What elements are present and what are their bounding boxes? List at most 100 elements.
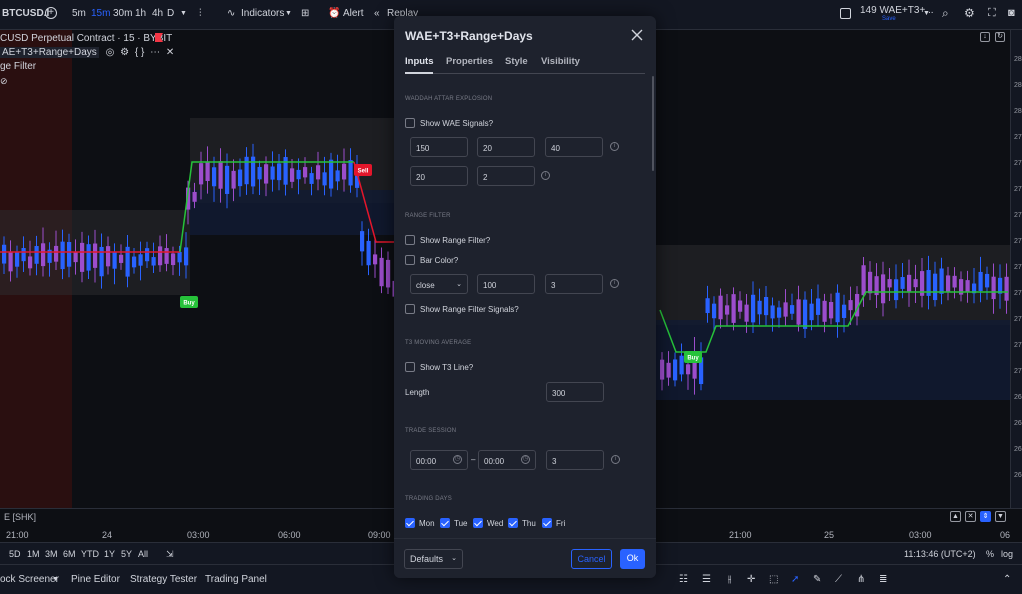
tab-strategy-tester[interactable]: Strategy Tester — [130, 574, 197, 585]
tab-visibility[interactable]: Visibility — [541, 56, 580, 67]
eye-icon[interactable]: ◎ — [106, 47, 115, 58]
legend-hidden-icon[interactable]: ⊘ — [0, 74, 174, 88]
t3-length-input[interactable]: 300 — [546, 382, 604, 402]
show-t3-checkbox[interactable] — [405, 362, 415, 372]
timeframe-15m[interactable]: 15m — [91, 8, 110, 19]
pitchfork-icon[interactable]: ⋔ — [857, 574, 865, 585]
percent-scale-toggle[interactable]: % — [986, 549, 994, 559]
tab-inputs[interactable]: Inputs — [405, 56, 434, 67]
chevron-down-icon[interactable]: ▼ — [52, 576, 59, 583]
search-icon[interactable]: ⌕ — [942, 6, 949, 21]
day-thu-checkbox[interactable] — [508, 518, 518, 528]
timeframe-5m[interactable]: 5m — [72, 8, 86, 19]
tab-properties[interactable]: Properties — [446, 56, 493, 67]
show-range-signals-checkbox[interactable] — [405, 304, 415, 314]
brush-icon[interactable]: ✎ — [813, 574, 821, 585]
day-fri-checkbox[interactable] — [542, 518, 552, 528]
close-icon[interactable]: ✕ — [965, 511, 976, 522]
compare-plus-icon[interactable]: + — [45, 7, 57, 19]
range-5d[interactable]: 5D — [9, 549, 21, 559]
timeframe-30m[interactable]: 30m — [113, 8, 132, 19]
session-end-input[interactable]: 00:00 ◷ — [478, 450, 536, 470]
day-tue-checkbox[interactable] — [440, 518, 450, 528]
go-to-date-icon[interactable]: ⇲ — [166, 549, 174, 560]
gear-icon[interactable]: ⚙ — [964, 6, 975, 20]
tab-trading-panel[interactable]: Trading Panel — [205, 574, 267, 585]
trend-line-icon[interactable]: ⟋ — [835, 574, 842, 585]
wae-input-3[interactable]: 40 — [545, 137, 603, 157]
short-position-icon[interactable]: ☰ — [702, 574, 711, 585]
range-multiplier-input[interactable]: 3 — [545, 274, 603, 294]
info-icon[interactable]: i — [610, 142, 619, 151]
cancel-button[interactable]: Cancel — [571, 549, 612, 569]
info-icon[interactable]: i — [610, 279, 619, 288]
defaults-dropdown[interactable]: Defaults ⌄ — [404, 549, 463, 569]
legend-filter-name[interactable]: ge Filter — [0, 60, 174, 74]
scroll-down-icon[interactable]: ▼ — [995, 511, 1006, 522]
remove-icon[interactable]: ✕ — [166, 47, 174, 58]
show-wae-checkbox[interactable] — [405, 118, 415, 128]
alarm-clock-icon[interactable]: ⏰ — [328, 8, 340, 19]
arrow-down-icon[interactable]: ↓ — [980, 32, 990, 42]
fib-icon[interactable]: ≣ — [879, 574, 887, 585]
info-icon[interactable]: i — [611, 455, 620, 464]
tab-pine-editor[interactable]: Pine Editor — [71, 574, 120, 585]
restore-icon[interactable]: ↻ — [995, 32, 1005, 42]
layout-square-icon[interactable] — [840, 8, 851, 19]
alert-button[interactable]: Alert — [343, 8, 364, 19]
range-6m[interactable]: 6M — [63, 549, 76, 559]
replay-icon[interactable]: « — [374, 8, 380, 19]
session-count-input[interactable]: 3 — [546, 450, 604, 470]
chevron-down-icon[interactable]: ▼ — [180, 10, 187, 17]
timeframe-4h[interactable]: 4h — [152, 8, 163, 19]
indicators-icon[interactable]: ∿ — [227, 8, 235, 19]
crosshair-icon[interactable]: ✛ — [747, 574, 755, 585]
range-1y[interactable]: 1Y — [104, 549, 115, 559]
range-all[interactable]: All — [138, 549, 148, 559]
range-period-input[interactable]: 100 — [477, 274, 535, 294]
wae-input-2[interactable]: 20 — [477, 137, 535, 157]
tab-stock-screener[interactable]: ock Screener — [0, 574, 59, 585]
legend-indicator-name[interactable]: AE+T3+Range+Days — [0, 47, 99, 58]
price-axis[interactable]: 28 28 28 27 27 27 27 27 27 27 27 27 27 26 26 26 26 — [1010, 30, 1022, 508]
symbol-search[interactable]: BTCUSD.I — [2, 8, 49, 19]
tab-style[interactable]: Style — [505, 56, 528, 67]
day-wed-checkbox[interactable] — [473, 518, 483, 528]
rectangle-icon[interactable]: ⬚ — [769, 574, 778, 585]
clock-timezone[interactable]: 11:13:46 (UTC+2) — [904, 549, 976, 559]
chevron-down-icon[interactable]: ▼ — [285, 10, 292, 17]
close-icon[interactable] — [630, 28, 644, 42]
range-1m[interactable]: 1M — [27, 549, 40, 559]
wae-input-1[interactable]: 150 — [410, 137, 468, 157]
bar-color-checkbox[interactable] — [405, 255, 415, 265]
scale-icon[interactable]: ⇕ — [980, 511, 991, 522]
candle-type-icon[interactable]: ⫶ — [199, 8, 202, 19]
wae-input-5[interactable]: 2 — [477, 166, 535, 186]
ok-button[interactable]: Ok — [620, 549, 645, 569]
long-position-icon[interactable]: ☷ — [679, 574, 688, 585]
wae-input-4[interactable]: 20 — [410, 166, 468, 186]
range-3m[interactable]: 3M — [45, 549, 58, 559]
indicators-button[interactable]: Indicators — [241, 8, 284, 19]
log-scale-toggle[interactable]: log — [1001, 549, 1013, 559]
legend-indicator-row[interactable]: AE+T3+Range+Days ◎ ⚙ { } ⋯ ✕ — [0, 46, 174, 60]
range-ytd[interactable]: YTD — [81, 549, 99, 559]
layout-save-status[interactable]: Save — [882, 16, 896, 22]
range-source-select[interactable]: close ⌄ — [410, 274, 468, 294]
timeframe-d[interactable]: D — [167, 8, 174, 19]
day-mon-checkbox[interactable] — [405, 518, 415, 528]
camera-icon[interactable]: ◙ — [1008, 7, 1015, 19]
info-icon[interactable]: i — [541, 171, 550, 180]
scroll-up-icon[interactable]: ▲ — [950, 511, 961, 522]
range-5y[interactable]: 5Y — [121, 549, 132, 559]
show-range-filter-checkbox[interactable] — [405, 235, 415, 245]
templates-grid-icon[interactable]: ⊞ — [301, 8, 309, 19]
fullscreen-icon[interactable]: ⛶ — [988, 7, 996, 20]
session-start-input[interactable]: 00:00 ◷ — [410, 450, 468, 470]
chevron-down-icon[interactable]: ▼ — [923, 10, 930, 17]
vertical-line-icon[interactable]: ⫲ — [728, 574, 731, 585]
source-code-icon[interactable]: { } — [135, 47, 144, 58]
dialog-scrollbar[interactable] — [652, 76, 654, 171]
cursor-icon[interactable]: ➚ — [791, 574, 799, 585]
collapse-up-icon[interactable]: ⌃ — [1003, 574, 1011, 585]
